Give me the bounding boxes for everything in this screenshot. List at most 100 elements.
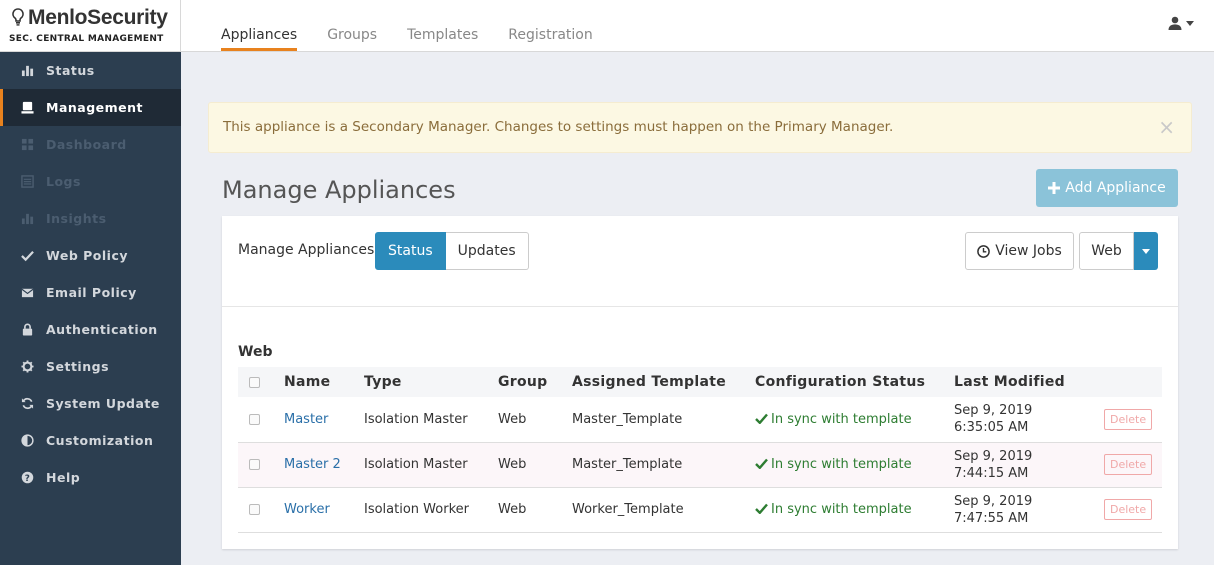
column-header-last-modified[interactable]: Last Modified (954, 367, 1104, 397)
config-status-cell: In sync with template (755, 442, 954, 488)
table-row: Master 2 Isolation Master Web Master_Tem… (238, 442, 1162, 488)
sidebar-item-label: Help (46, 470, 81, 485)
sync-status-text: In sync with template (771, 457, 912, 472)
modified-date: Sep 9, 2019 (954, 403, 1033, 419)
brand-subtitle: SEC. CENTRAL MANAGEMENT (9, 34, 164, 44)
row-select-cell (238, 487, 284, 533)
gear-icon (20, 360, 34, 374)
table-header-row: Name Type Group Assigned Template Config… (238, 367, 1162, 397)
group-cell: Web (498, 487, 572, 533)
view-jobs-button[interactable]: View Jobs (965, 232, 1074, 270)
sidebar-item-email-policy[interactable]: Email Policy (0, 274, 181, 311)
sidebar-item-label: Dashboard (46, 137, 127, 152)
sidebar-item-label: System Update (46, 396, 160, 411)
sidebar-item-label: Management (46, 100, 144, 115)
appliance-name-link[interactable]: Master 2 (284, 457, 341, 472)
sidebar-item-management[interactable]: Management (0, 89, 181, 126)
sync-status: In sync with template (755, 412, 912, 427)
column-header-config-status[interactable]: Configuration Status (755, 367, 954, 397)
updates-tab-button[interactable]: Updates (445, 232, 529, 270)
sidebar-item-help[interactable]: ? Help (0, 459, 181, 496)
brand-name: MenloSecurity (28, 6, 168, 29)
user-menu[interactable] (1168, 16, 1194, 30)
delete-button[interactable]: Delete (1104, 454, 1153, 475)
name-cell: Worker (284, 487, 364, 533)
close-icon[interactable]: × (1158, 115, 1175, 139)
check-icon (755, 503, 768, 515)
sidebar-item-web-policy[interactable]: Web Policy (0, 237, 181, 274)
sidebar-item-label: Customization (46, 433, 154, 448)
appliance-name-link[interactable]: Master (284, 412, 328, 427)
column-header-name[interactable]: Name (284, 367, 364, 397)
add-appliance-label: Add Appliance (1065, 180, 1166, 196)
table-row: Master Isolation Master Web Master_Templ… (238, 397, 1162, 443)
list-icon (20, 175, 34, 189)
type-cell: Isolation Master (364, 397, 498, 443)
panel-divider (222, 306, 1178, 307)
svg-text:?: ? (24, 474, 30, 484)
sidebar-item-label: Web Policy (46, 248, 128, 263)
appliance-name-link[interactable]: Worker (284, 502, 330, 517)
add-appliance-button[interactable]: Add Appliance (1036, 169, 1178, 207)
view-jobs-label: View Jobs (995, 243, 1062, 259)
sidebar-item-label: Email Policy (46, 285, 137, 300)
modified-date: Sep 9, 2019 (954, 493, 1033, 509)
column-header-group[interactable]: Group (498, 367, 572, 397)
sidebar-item-label: Authentication (46, 322, 158, 337)
sidebar-item-logs[interactable]: Logs (0, 163, 181, 200)
brand[interactable]: MenloSecurity SEC. CENTRAL MANAGEMENT (0, 0, 181, 52)
delete-button[interactable]: Delete (1104, 408, 1153, 430)
row-checkbox[interactable] (249, 413, 260, 425)
sidebar: Status Management Dashboard Logs Insight… (0, 52, 181, 565)
sidebar-item-insights[interactable]: Insights (0, 200, 181, 237)
web-filter-dropdown: Web (1079, 232, 1158, 270)
status-tab-button[interactable]: Status (375, 232, 446, 270)
sidebar-item-settings[interactable]: Settings (0, 348, 181, 385)
dashboard-icon (20, 138, 34, 152)
plus-icon (1048, 182, 1061, 194)
group-cell: Web (498, 397, 572, 443)
delete-button[interactable]: Delete (1104, 499, 1153, 520)
name-cell: Master (284, 397, 364, 443)
sidebar-item-label: Status (46, 63, 95, 78)
page-title: Manage Appliances (222, 176, 456, 204)
sidebar-item-customization[interactable]: Customization (0, 422, 181, 459)
bar-chart-icon (20, 212, 34, 226)
tab-templates[interactable]: Templates (407, 0, 478, 52)
sidebar-item-label: Insights (46, 211, 107, 226)
template-cell: Worker_Template (572, 487, 755, 533)
check-icon (20, 249, 34, 263)
tab-groups[interactable]: Groups (327, 0, 377, 52)
sidebar-item-dashboard[interactable]: Dashboard (0, 126, 181, 163)
last-modified-cell: Sep 9, 2019 6:35:05 AM (954, 397, 1104, 443)
bar-chart-icon (20, 64, 34, 78)
select-all-checkbox[interactable] (249, 376, 260, 388)
section-title-web: Web (238, 344, 273, 360)
table-row: Worker Isolation Worker Web Worker_Templ… (238, 487, 1162, 533)
action-cell: Delete (1104, 442, 1162, 488)
web-filter-toggle[interactable] (1134, 232, 1158, 270)
alert-text: This appliance is a Secondary Manager. C… (223, 119, 894, 135)
sidebar-item-label: Settings (46, 359, 110, 374)
sidebar-item-status[interactable]: Status (0, 52, 181, 89)
sync-status: In sync with template (755, 457, 912, 472)
group-cell: Web (498, 442, 572, 488)
column-header-type[interactable]: Type (364, 367, 498, 397)
row-checkbox[interactable] (249, 459, 260, 470)
web-filter-button[interactable]: Web (1079, 232, 1134, 270)
sidebar-item-authentication[interactable]: Authentication (0, 311, 181, 348)
brand-logo: MenloSecurity (12, 6, 168, 32)
column-header-template[interactable]: Assigned Template (572, 367, 755, 397)
panel-label: Manage Appliances (238, 242, 375, 258)
check-icon (755, 413, 768, 425)
user-icon (1168, 16, 1182, 30)
action-cell: Delete (1104, 487, 1162, 533)
tab-registration[interactable]: Registration (508, 0, 592, 52)
top-navbar: Appliances Groups Templates Registration (181, 0, 1214, 52)
sync-status-text: In sync with template (771, 411, 912, 427)
tab-appliances[interactable]: Appliances (221, 0, 298, 51)
view-toggle: Status Updates (375, 232, 529, 270)
sidebar-item-system-update[interactable]: System Update (0, 385, 181, 422)
check-icon (755, 458, 768, 470)
row-checkbox[interactable] (249, 504, 260, 515)
